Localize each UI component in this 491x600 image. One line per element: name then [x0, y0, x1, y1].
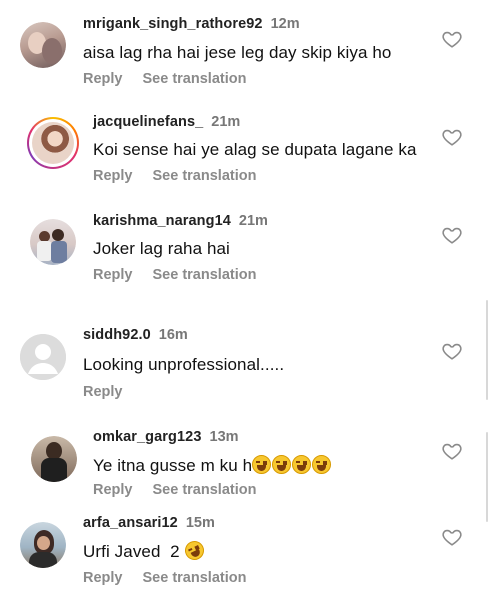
comment-text: aisa lag rha hai jese leg day skip kiya … — [83, 43, 392, 62]
scrollbar[interactable] — [486, 432, 488, 522]
comment-username[interactable]: siddh92.0 — [83, 327, 151, 343]
see-translation-button[interactable]: See translation — [143, 71, 247, 87]
comment-time: 12m — [270, 16, 300, 32]
comment-time: 15m — [185, 515, 215, 531]
reply-button[interactable]: Reply — [93, 482, 133, 498]
avatar[interactable] — [20, 334, 66, 380]
reply-button[interactable]: Reply — [83, 384, 123, 400]
avatar[interactable] — [30, 219, 76, 265]
avatar[interactable] — [20, 522, 66, 568]
person-silhouette-icon — [20, 334, 66, 380]
comment-username[interactable]: karishma_narang14 — [93, 213, 231, 229]
heart-outline-icon[interactable] — [441, 526, 463, 548]
heart-outline-icon[interactable] — [441, 440, 463, 462]
avatar[interactable] — [20, 22, 66, 68]
rolling-on-floor-laughing-icon — [181, 537, 207, 564]
comment-username[interactable]: jacquelinefans_ — [93, 114, 203, 130]
heart-outline-icon[interactable] — [441, 126, 463, 148]
heart-outline-icon[interactable] — [441, 224, 463, 246]
comment-time: 21m — [238, 213, 268, 229]
comment-text: Urfi Javed 2 — [83, 542, 180, 561]
comment-time: 16m — [158, 327, 188, 343]
avatar[interactable] — [31, 436, 77, 482]
comment-username[interactable]: arfa_ansari12 — [83, 515, 178, 531]
comment-text: Joker lag raha hai — [93, 239, 230, 258]
grinning-squinting-face-icon — [252, 455, 332, 475]
story-ring-avatar[interactable] — [27, 117, 79, 169]
see-translation-button[interactable]: See translation — [153, 482, 257, 498]
see-translation-button[interactable]: See translation — [153, 267, 257, 283]
comment-text: Ye itna gusse m ku h — [93, 456, 253, 475]
see-translation-button[interactable]: See translation — [153, 168, 257, 184]
comment-text: Koi sense hai ye alag se dupata lagane k… — [93, 140, 417, 159]
comment-time: 13m — [209, 429, 239, 445]
scrollbar[interactable] — [486, 300, 488, 400]
comment-username[interactable]: omkar_garg123 — [93, 429, 202, 445]
comment-text: Looking unprofessional..... — [83, 355, 285, 374]
heart-outline-icon[interactable] — [441, 340, 463, 362]
reply-button[interactable]: Reply — [93, 267, 133, 283]
comment-username[interactable]: mrigank_singh_rathore92 — [83, 16, 263, 32]
see-translation-button[interactable]: See translation — [143, 570, 247, 586]
reply-button[interactable]: Reply — [83, 570, 123, 586]
reply-button[interactable]: Reply — [83, 71, 123, 87]
heart-outline-icon[interactable] — [441, 28, 463, 50]
comment-time: 21m — [211, 114, 241, 130]
reply-button[interactable]: Reply — [93, 168, 133, 184]
